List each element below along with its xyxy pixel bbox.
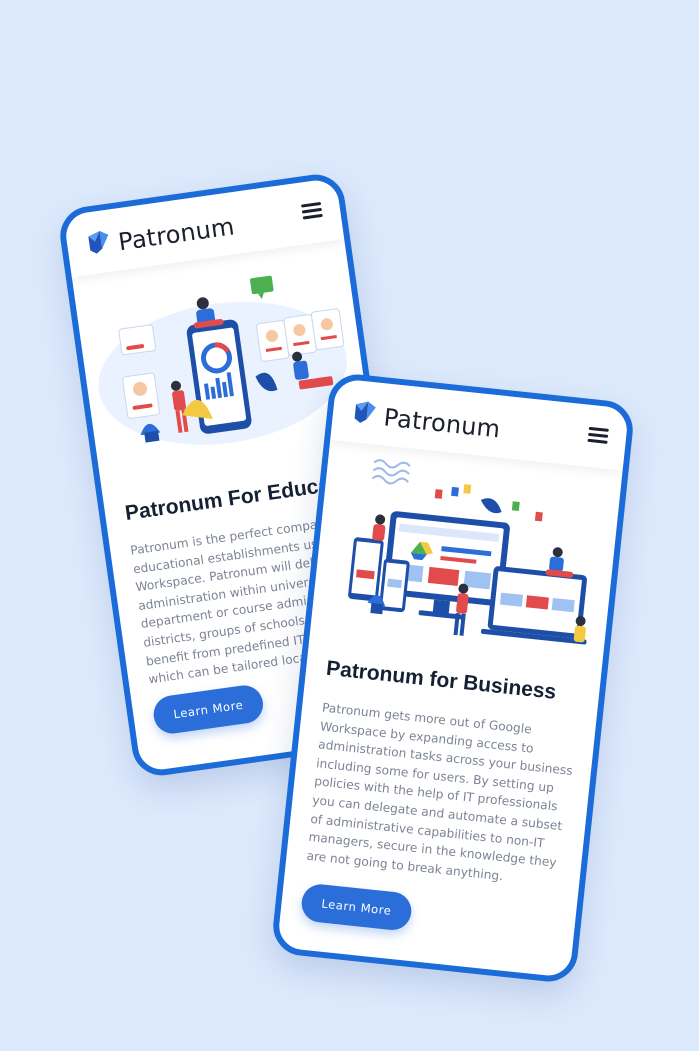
description-text: Patronum gets more out of Google Workspa… [305, 700, 574, 884]
logo[interactable]: Patronum [86, 210, 237, 261]
learn-more-button[interactable]: Learn More [299, 882, 414, 932]
business-illustration [314, 448, 615, 676]
hamburger-menu-icon[interactable] [587, 426, 609, 445]
logo[interactable]: Patronum [351, 398, 502, 444]
brand-name: Patronum [382, 402, 502, 443]
patronum-logo-icon [86, 228, 114, 262]
patronum-logo-icon [351, 398, 378, 431]
hamburger-menu-icon[interactable] [300, 201, 323, 221]
learn-more-button[interactable]: Learn More [151, 683, 266, 736]
phone-business-mockup: Patronum Patronum for Business Patronum … [270, 371, 636, 985]
education-illustration [79, 246, 363, 470]
brand-name: Patronum [116, 211, 237, 256]
